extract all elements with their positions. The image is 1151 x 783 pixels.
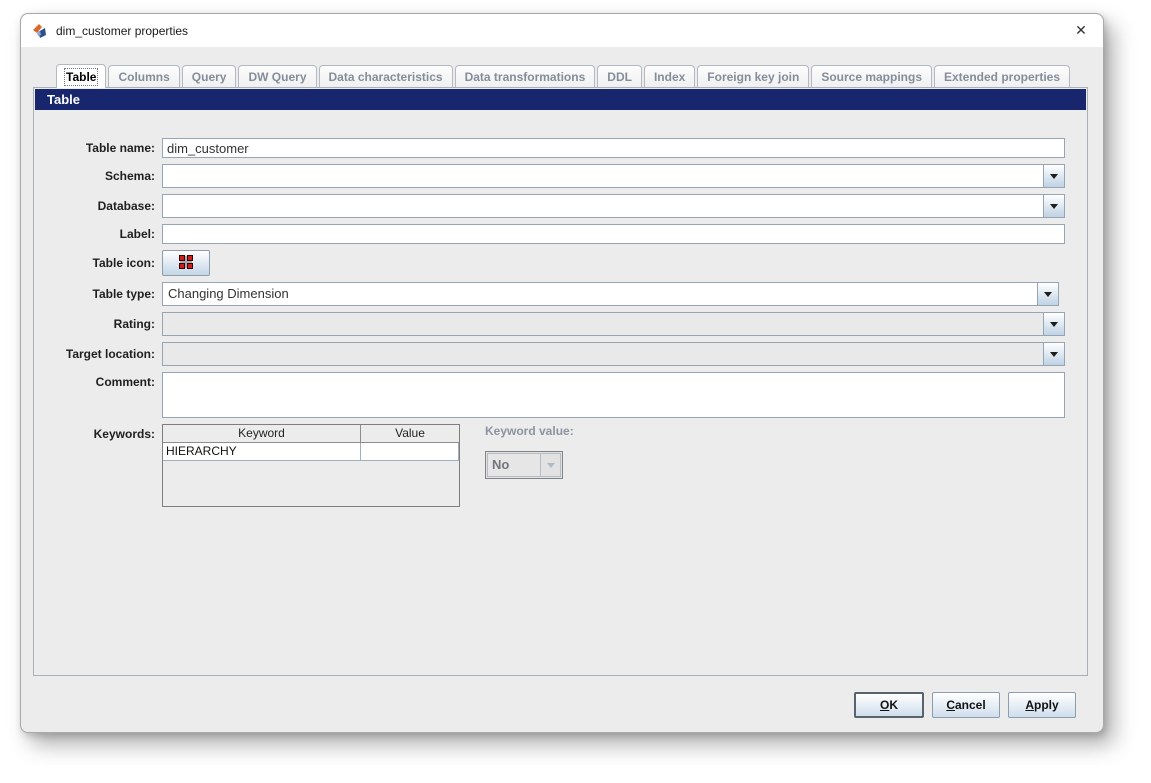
schema-label: Schema: [104, 169, 155, 183]
chevron-down-icon[interactable] [1043, 165, 1064, 187]
table-type-combobox[interactable]: Changing Dimension [162, 282, 1059, 306]
tab-extended-properties[interactable]: Extended properties [934, 65, 1071, 87]
dialog-button-bar: OK Cancel Apply [854, 692, 1076, 718]
chevron-down-icon[interactable] [1043, 343, 1064, 365]
chevron-down-icon[interactable] [1043, 195, 1064, 217]
value-column-header[interactable]: Value [361, 425, 459, 443]
keyword-value-combobox: No [485, 451, 563, 479]
table-type-value: Changing Dimension [168, 286, 289, 301]
table-icon-row: Table icon: [34, 250, 1087, 276]
cancel-button[interactable]: Cancel [932, 692, 1000, 718]
chevron-down-icon[interactable] [1043, 313, 1064, 335]
keywords-label: Keywords: [93, 427, 155, 441]
table-tab-panel: Table Table name: Schema: Database: [33, 87, 1088, 676]
keywords-row: Keywords: Keyword Value HIERARCHY Keywor… [34, 424, 1087, 507]
tab-dw-query[interactable]: DW Query [238, 65, 317, 87]
rating-value [163, 313, 1043, 335]
database-row: Database: [34, 194, 1087, 218]
target-location-label: Target location: [65, 347, 155, 361]
close-icon[interactable]: ✕ [1059, 14, 1103, 47]
section-header: Table [35, 89, 1086, 110]
comment-textarea[interactable] [162, 372, 1065, 418]
database-value [163, 195, 1043, 217]
keywords-table-header: Keyword Value [163, 425, 459, 443]
chevron-down-icon[interactable] [1037, 283, 1058, 305]
table-name-label: Table name: [85, 141, 155, 155]
table-type-row: Table type: Changing Dimension [34, 282, 1087, 306]
rating-label: Rating: [113, 317, 155, 331]
tab-data-characteristics[interactable]: Data characteristics [318, 65, 453, 87]
target-location-row: Target location: [34, 342, 1087, 366]
tab-ddl[interactable]: DDL [597, 65, 642, 87]
tab-columns[interactable]: Columns [108, 65, 180, 87]
comment-row: Comment: [34, 372, 1087, 418]
keyword-cell[interactable]: HIERARCHY [163, 443, 361, 461]
database-combobox[interactable] [162, 194, 1065, 218]
label-row: Label: [34, 224, 1087, 244]
table-name-row: Table name: [34, 138, 1087, 158]
target-location-combobox[interactable] [162, 342, 1065, 366]
target-location-value [163, 343, 1043, 365]
app-icon [32, 23, 48, 39]
keyword-value-group: Keyword value: No [485, 424, 574, 479]
schema-combobox[interactable] [162, 164, 1065, 188]
dialog-body: Table Columns Query DW Query Data charac… [21, 47, 1103, 732]
table-icon-button[interactable] [162, 250, 210, 276]
comment-label: Comment: [95, 375, 155, 389]
rating-combobox[interactable] [162, 312, 1065, 336]
ok-button[interactable]: OK [854, 692, 924, 718]
tab-data-transformations[interactable]: Data transformations [454, 65, 596, 87]
dimension-table-icon [177, 253, 195, 274]
window-title: dim_customer properties [56, 23, 189, 38]
value-cell[interactable] [361, 443, 459, 461]
keyword-value-value: No [487, 453, 541, 477]
table-type-label: Table type: [92, 287, 155, 301]
table-form: Table name: Schema: Database: [34, 111, 1087, 507]
label-input[interactable] [162, 224, 1065, 244]
database-label: Database: [97, 199, 155, 213]
table-icon-label: Table icon: [92, 256, 155, 270]
keywords-table[interactable]: Keyword Value HIERARCHY [162, 424, 460, 507]
tab-index[interactable]: Index [643, 65, 696, 87]
chevron-down-icon [541, 453, 561, 477]
tab-source-mappings[interactable]: Source mappings [811, 65, 932, 87]
tab-foreign-key-join[interactable]: Foreign key join [697, 65, 810, 87]
tab-query[interactable]: Query [181, 65, 237, 87]
tab-table[interactable]: Table [56, 64, 107, 88]
schema-value [163, 165, 1043, 187]
titlebar[interactable]: dim_customer properties ✕ [21, 14, 1103, 47]
keyword-column-header[interactable]: Keyword [163, 425, 361, 443]
label-label: Label: [119, 227, 155, 241]
properties-dialog: dim_customer properties ✕ Table Columns … [20, 13, 1104, 733]
table-row[interactable]: HIERARCHY [163, 443, 459, 461]
schema-row: Schema: [34, 164, 1087, 188]
rating-row: Rating: [34, 312, 1087, 336]
table-name-input[interactable] [162, 138, 1065, 158]
apply-button[interactable]: Apply [1008, 692, 1076, 718]
tab-bar: Table Columns Query DW Query Data charac… [56, 63, 1071, 88]
keyword-value-label: Keyword value: [485, 424, 574, 438]
